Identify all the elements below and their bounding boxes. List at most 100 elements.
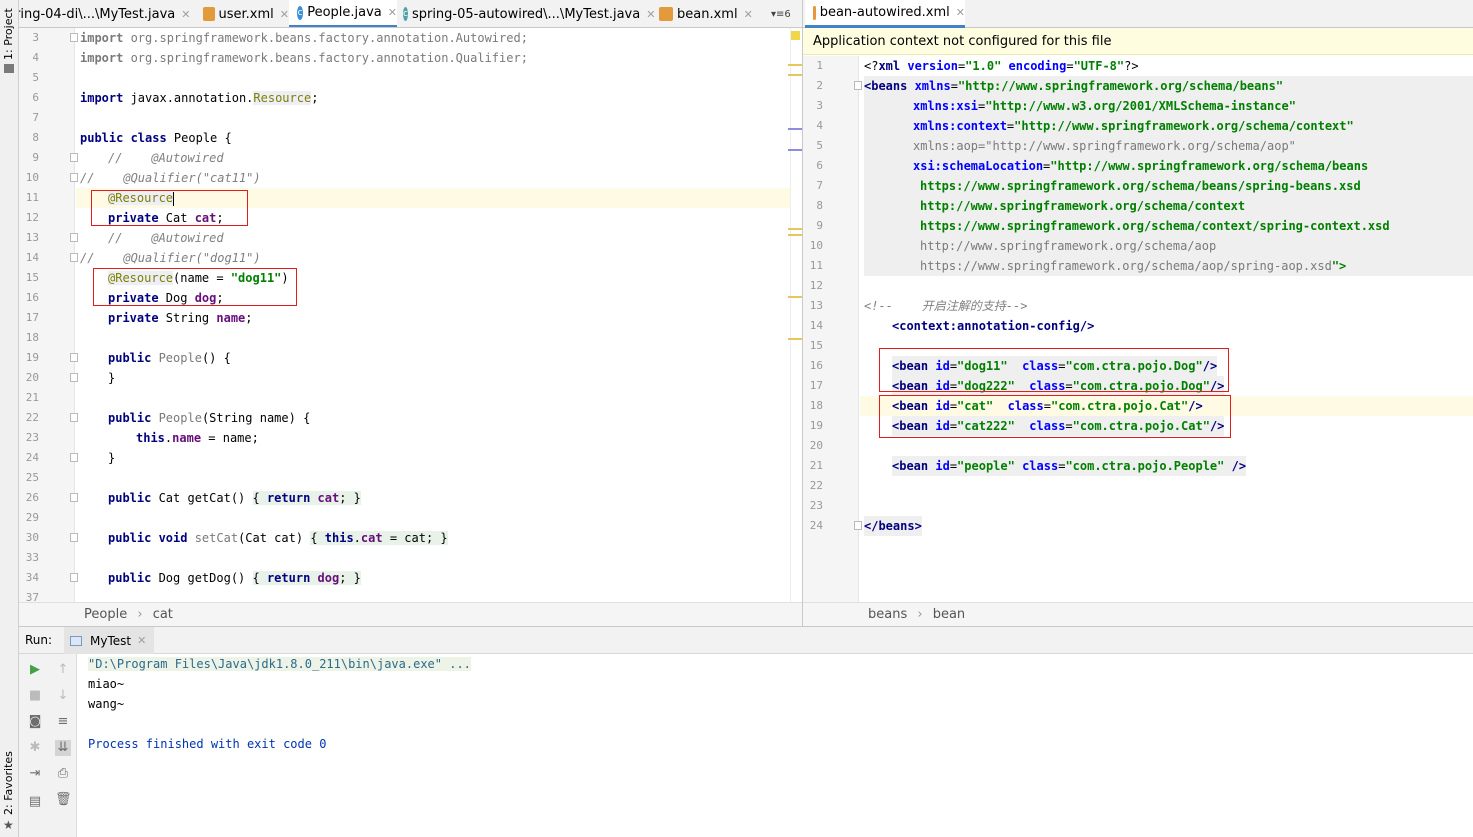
tab-bean-xml[interactable]: bean.xml ✕	[653, 0, 771, 27]
run-tab-mytest[interactable]: MyTest ✕	[64, 627, 154, 654]
code-line: <bean id="people" class="com.ctra.pojo.P…	[892, 456, 1247, 476]
line-number: 25	[25, 471, 39, 484]
scroll-to-end-icon[interactable]: ⇊	[55, 740, 71, 756]
line-number: 7	[816, 179, 823, 192]
tab-bean-autowired-xml[interactable]: bean-autowired.xml ✕	[805, 0, 965, 28]
xml-value: "http://www.springframework.org/schema/b…	[957, 79, 1284, 93]
close-icon[interactable]: ✕	[280, 8, 289, 21]
print-icon[interactable]: ⎙	[55, 766, 71, 782]
console-line: wang~	[88, 697, 125, 711]
trash-icon[interactable]: 🗑	[55, 792, 72, 808]
rerun-icon[interactable]: ▶	[27, 662, 43, 678]
error-stripe-mark[interactable]	[788, 338, 802, 340]
error-stripe-mark[interactable]	[788, 296, 802, 298]
tab-user-xml[interactable]: user.xml ✕	[197, 0, 289, 27]
class-name: People {	[173, 131, 232, 145]
breadcrumb-item[interactable]: People	[84, 607, 127, 622]
people-java-editor[interactable]: import org.springframework.beans.factory…	[76, 28, 790, 602]
line-number: 34	[25, 571, 39, 584]
code-line: xsi:schemaLocation="http://www.springfra…	[913, 156, 1368, 176]
code-text: = name;	[201, 431, 259, 445]
code-line: <context:annotation-config/>	[892, 316, 1094, 336]
xml-punct: />	[1224, 459, 1247, 473]
stop-icon[interactable]: ■	[27, 688, 43, 704]
comment-line: // @Qualifier("dog11")	[80, 251, 261, 265]
code-line: private String name;	[108, 308, 253, 328]
project-tool-button[interactable]: 1: Project	[2, 8, 15, 60]
breadcrumb-right: beans › bean	[803, 602, 1473, 626]
tab-mytest-04[interactable]: ring-04-di\...\MyTest.java ✕	[19, 0, 197, 27]
error-stripe-mark[interactable]	[788, 64, 802, 66]
line-number: 4	[816, 119, 823, 132]
xml-punct: =	[950, 79, 958, 93]
down-arrow-icon[interactable]: ↓	[55, 688, 71, 704]
unused-schema: https://www.springframework.org/schema/a…	[920, 259, 1332, 273]
xml-punct: =	[1066, 59, 1074, 73]
console-command-line: "D:\Program Files\Java\jdk1.8.0_211\bin\…	[88, 657, 471, 671]
highlight-box	[879, 395, 1231, 438]
breadcrumb-item[interactable]: bean	[933, 607, 965, 622]
import-path: javax.annotation.	[130, 91, 254, 105]
xml-punct: ">	[1331, 259, 1347, 273]
bean-autowired-xml-editor[interactable]: <?xml version="1.0" encoding="UTF-8"?> <…	[860, 56, 1473, 602]
close-icon[interactable]: ✕	[388, 6, 397, 19]
close-icon[interactable]: ✕	[744, 8, 753, 21]
line-number: 12	[809, 279, 823, 292]
highlight-box	[93, 268, 297, 306]
line-number: 16	[25, 291, 39, 304]
line-number: 19	[809, 419, 823, 432]
console-exit-line: Process finished with exit code 0	[88, 737, 327, 751]
tab-people-java[interactable]: c People.java ✕	[289, 0, 397, 27]
soft-wrap-icon[interactable]: ≡	[55, 714, 71, 730]
left-scrollbar[interactable]	[790, 28, 802, 602]
line-number: 21	[809, 459, 823, 472]
line-number: 9	[816, 219, 823, 232]
line-number: 1	[816, 59, 823, 72]
xml-attr: xsi:schemaLocation	[913, 159, 1044, 173]
camera-icon[interactable]: ◙	[27, 714, 43, 730]
keyword: public	[108, 351, 159, 365]
line-number: 2	[816, 79, 823, 92]
code-line: <beans xmlns="http://www.springframework…	[864, 76, 1283, 96]
folded-brace: {	[252, 491, 267, 505]
keyword: public	[108, 411, 159, 425]
line-number: 29	[25, 511, 39, 524]
line-number: 26	[25, 491, 39, 504]
code-text: (String name) {	[201, 411, 311, 425]
keyword: this	[324, 531, 354, 545]
warning-indicator-icon	[791, 31, 800, 40]
comment-line: // @Autowired	[108, 231, 224, 245]
close-icon[interactable]: ✕	[956, 6, 965, 19]
line-number: 19	[25, 351, 39, 364]
breadcrumb-item[interactable]: cat	[153, 607, 173, 622]
up-arrow-icon[interactable]: ↑	[55, 662, 71, 678]
field: dog	[317, 571, 340, 585]
error-stripe-mark[interactable]	[788, 74, 802, 76]
run-tool-window-header: Run: MyTest ✕	[19, 626, 1473, 654]
line-number: 18	[809, 399, 823, 412]
error-stripe-mark[interactable]	[788, 128, 802, 130]
xml-punct: <?	[864, 59, 879, 73]
line-number: 3	[816, 99, 823, 112]
error-stripe-mark[interactable]	[788, 234, 802, 236]
close-icon[interactable]: ✕	[181, 8, 190, 21]
layout-icon[interactable]: ▤	[27, 794, 43, 810]
favorites-tool-button[interactable]: 2: Favorites	[2, 751, 15, 815]
code-line: import javax.annotation.Resource;	[80, 88, 318, 108]
line-number: 23	[25, 431, 39, 444]
tab-mytest-05[interactable]: c spring-05-autowired\...\MyTest.java ✕	[397, 0, 655, 27]
code-line: this.name = name;	[136, 428, 259, 448]
xml-file-icon	[659, 7, 673, 21]
keyword: public void	[108, 531, 195, 545]
more-tabs-button[interactable]: ▾≡ 6	[771, 0, 802, 27]
breadcrumb-item[interactable]: beans	[868, 607, 907, 622]
field: name	[172, 431, 202, 445]
import-path: org.springframework.beans.factory.annota…	[130, 51, 528, 65]
login-icon[interactable]: ⇥	[27, 766, 43, 782]
xml-value: "1.0"	[965, 59, 1009, 73]
console-output[interactable]: "D:\Program Files\Java\jdk1.8.0_211\bin\…	[78, 654, 1473, 837]
debug-icon[interactable]: ✱	[27, 740, 43, 756]
error-stripe-mark[interactable]	[788, 149, 802, 151]
error-stripe-mark[interactable]	[788, 228, 802, 230]
close-icon[interactable]: ✕	[137, 634, 146, 647]
